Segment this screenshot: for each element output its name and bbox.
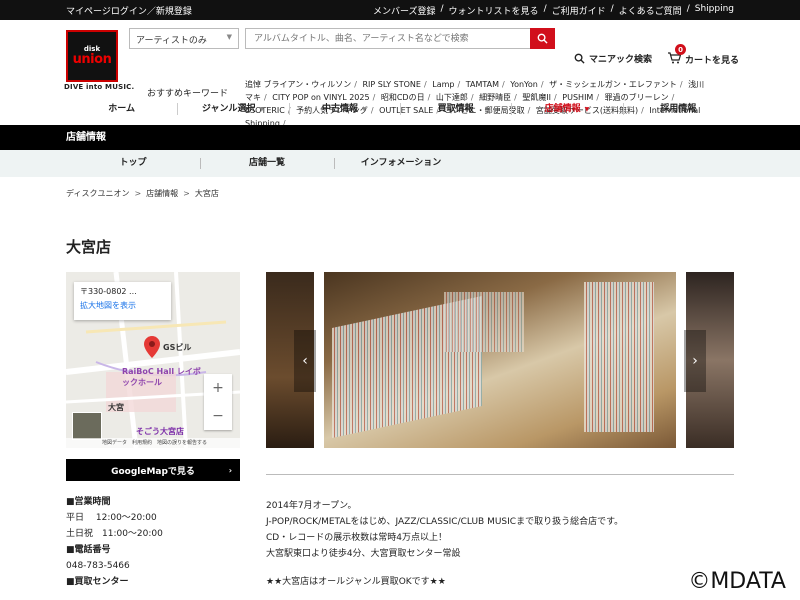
search-scope-select[interactable]: アーティストのみ ▼	[129, 28, 239, 49]
chevron-down-icon: ▼	[584, 106, 590, 113]
carousel-next-button[interactable]: ›	[684, 330, 706, 392]
carousel-prev-button[interactable]: ‹	[294, 330, 316, 392]
keyword-link[interactable]: RIP SLY STONE	[362, 80, 421, 89]
search-icon	[537, 33, 548, 44]
page-title: 大宮店	[66, 238, 112, 256]
desc-line: CD・レコードの展示枚数は常時4万点以上！	[266, 533, 447, 543]
shipping-link[interactable]: Shipping	[695, 4, 734, 17]
watermark: ©MDATA	[688, 569, 786, 594]
divider	[266, 474, 734, 475]
chevron-down-icon: ▼	[226, 33, 232, 41]
phone-number: 048-783-5466	[66, 561, 130, 571]
chevron-right-icon: ›	[228, 465, 232, 475]
subnav-top[interactable]: トップ	[66, 150, 200, 177]
keyword-link[interactable]: Lamp	[432, 80, 454, 89]
desc-note: ★★大宮店はオールジャンル買取OKです★★	[266, 577, 446, 587]
mainnav-item[interactable]: 店舗情報 ▼	[511, 98, 622, 120]
breadcrumb-store-info[interactable]: 店舗情報	[146, 189, 178, 198]
mainnav-item[interactable]: ジャンル選択 ▼	[177, 98, 288, 120]
map-footer: 地図データ 利用規約 地図の誤りを報告する	[66, 438, 240, 448]
hours-heading: ■営業時間	[66, 497, 111, 507]
sub-nav: トップ 店舗一覧 インフォメーション	[0, 150, 800, 177]
mainnav-item[interactable]: ホーム	[66, 98, 177, 120]
desc-line: 大宮駅東口より徒歩4分、大宮買取センター常設	[266, 549, 461, 559]
desc-line: J-POP/ROCK/METALをはじめ、JAZZ/CLASSIC/CLUB M…	[266, 517, 624, 527]
search-input[interactable]	[245, 28, 531, 49]
map-info-card: 〒330-0802 ... 拡大地図を表示	[74, 282, 171, 320]
map-zip: 〒330-0802 ...	[80, 287, 137, 296]
breadcrumb-home[interactable]: ディスクユニオン	[66, 189, 129, 198]
phone-heading: ■電話番号	[66, 545, 111, 555]
map-label-station: 大宮	[108, 403, 124, 412]
cart-link[interactable]: 0 カートを見る	[667, 44, 739, 67]
chevron-left-icon: ‹	[302, 353, 308, 369]
chevron-right-icon: ›	[692, 353, 698, 369]
maniac-search-link[interactable]: マニアック検索	[574, 52, 652, 65]
keyword-link[interactable]: 追悼 ブライアン・ウィルソン	[245, 80, 351, 89]
breadcrumb-current: 大宮店	[194, 189, 219, 198]
map-zoom-controls: + −	[204, 374, 232, 430]
open-google-map-button[interactable]: GoogleMapで見る ›	[66, 459, 240, 481]
mainnav-item[interactable]: 中古情報 ▼	[288, 98, 400, 120]
faq-link[interactable]: よくあるご質問	[619, 4, 682, 17]
subnav-information[interactable]: インフォメーション	[334, 150, 468, 177]
store-description: 2014年7月オープン。 J-POP/ROCK/METALをはじめ、JAZZ/C…	[266, 498, 623, 590]
section-band: 店舗情報	[0, 125, 800, 150]
mainnav-item[interactable]: 採用情報	[622, 98, 734, 120]
chevron-down-icon: ▼	[362, 106, 367, 113]
search-button[interactable]	[530, 28, 555, 49]
mainnav-item[interactable]: 買取情報	[399, 98, 511, 120]
keyword-link[interactable]: YonYon	[510, 80, 538, 89]
map-label-sogo: そごう大宮店	[136, 427, 184, 436]
cart-count-badge: 0	[675, 44, 686, 55]
wantlist-link[interactable]: ウォントリストを見る	[449, 4, 539, 17]
zoom-out-button[interactable]: −	[212, 408, 224, 424]
site-header: disk union DIVE into MUSIC. アーティストのみ ▼ マ…	[0, 20, 800, 128]
mypage-login-link[interactable]: マイページログイン／新規登録	[66, 4, 192, 17]
top-utility-bar: マイページログイン／新規登録 メンバーズ登録 / ウォントリストを見る / ご利用ガ…	[0, 0, 800, 20]
site-logo[interactable]: disk union	[66, 30, 118, 82]
breadcrumb: ディスクユニオン > 店舗情報 > 大宮店	[66, 189, 219, 198]
map-enlarge-link[interactable]: 拡大地図を表示	[80, 300, 165, 311]
hours-weekend: 土日祝 11:00〜20:00	[66, 529, 163, 539]
google-map[interactable]: 〒330-0802 ... 拡大地図を表示 GSビル RaiBoC Hall レ…	[66, 272, 240, 448]
store-photo	[324, 272, 676, 448]
keyword-link[interactable]: ザ・ミッシェルガン・エレファント	[549, 80, 677, 89]
desc-line: 2014年7月オープン。	[266, 501, 357, 511]
members-register-link[interactable]: メンバーズ登録	[373, 4, 436, 17]
chevron-down-icon: ▼	[259, 106, 265, 113]
map-label-hall: RaiBoC Hall レイボックホール	[122, 367, 201, 387]
zoom-in-button[interactable]: +	[212, 380, 224, 396]
subnav-store-list[interactable]: 店舗一覧	[200, 150, 334, 177]
map-satellite-toggle[interactable]	[72, 412, 102, 440]
store-photo-carousel: ‹ ›	[266, 272, 734, 448]
logo-tagline: DIVE into MUSIC.	[64, 83, 135, 91]
search-icon	[574, 53, 585, 64]
top-utility-links: メンバーズ登録 / ウォントリストを見る / ご利用ガイド / よくあるご質問 / Sh…	[372, 3, 734, 17]
guide-link[interactable]: ご利用ガイド	[552, 4, 606, 17]
store-info: ■営業時間 平日 12:00〜20:00 土日祝 11:00〜20:00 ■電話…	[66, 494, 163, 590]
map-pin-icon	[144, 336, 160, 358]
main-nav: ホーム ジャンル選択 ▼ 中古情報 ▼ 買取情報 店舗情報 ▼ 採用情報	[66, 98, 734, 120]
keyword-link[interactable]: TAMTAM	[466, 80, 499, 89]
hours-weekday: 平日 12:00〜20:00	[66, 513, 157, 523]
map-label-gs: GSビル	[163, 343, 192, 352]
buy-center-heading: ■買取センター	[66, 577, 129, 587]
